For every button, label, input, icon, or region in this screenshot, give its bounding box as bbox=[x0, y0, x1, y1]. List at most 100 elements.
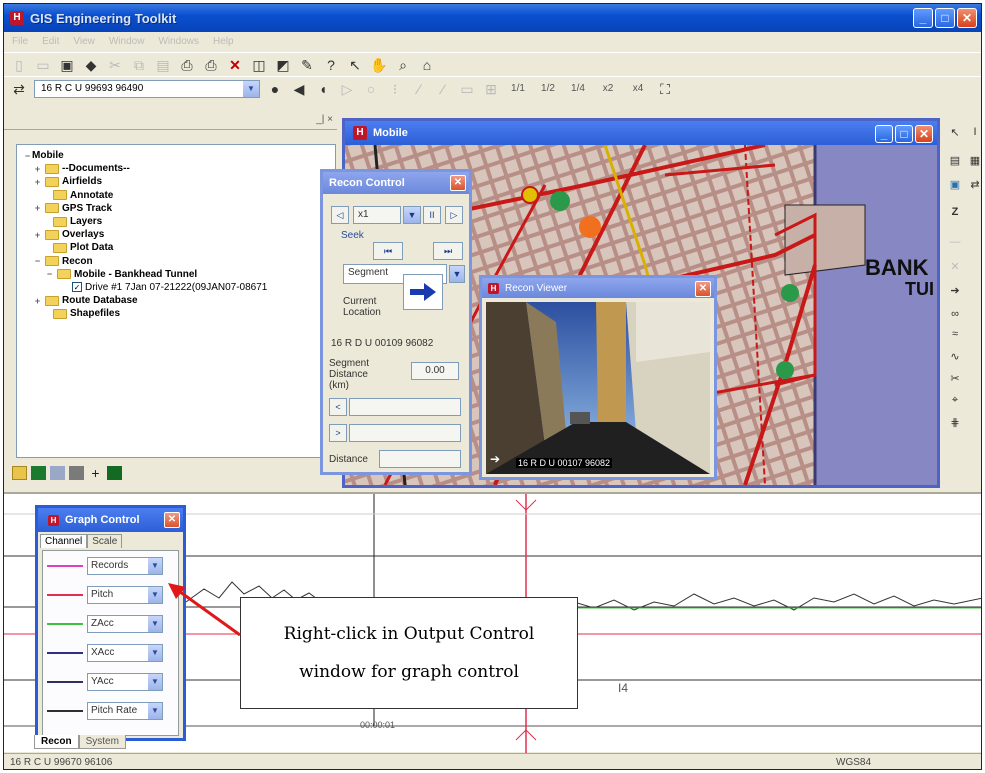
menu-view[interactable]: View bbox=[73, 36, 95, 47]
scissors-icon[interactable]: ✂ bbox=[946, 372, 964, 390]
goto-coordinate-icon[interactable]: ⇄ bbox=[10, 80, 28, 98]
channel-select[interactable]: Pitch Rate ▼ bbox=[87, 702, 163, 720]
point-tool-icon[interactable]: ● bbox=[266, 80, 284, 98]
zoom-1-4[interactable]: 1/4 bbox=[566, 83, 590, 94]
table-icon[interactable]: ▤ bbox=[946, 154, 964, 172]
chevron-down-icon[interactable]: ▼ bbox=[243, 80, 259, 97]
collapse-icon[interactable]: − bbox=[23, 151, 32, 161]
tree-item[interactable]: Annotate bbox=[23, 189, 329, 202]
delete-icon[interactable]: ✕ bbox=[226, 56, 244, 74]
copy-icon[interactable]: ⧉ bbox=[130, 56, 148, 74]
tree-item[interactable]: − Recon bbox=[23, 255, 329, 268]
z-icon[interactable]: Z bbox=[946, 206, 964, 224]
chevron-down-icon[interactable]: ▼ bbox=[148, 587, 162, 603]
pipe-icon[interactable]: ⁝ bbox=[386, 80, 404, 98]
channel-select[interactable]: Records ▼ bbox=[87, 557, 163, 575]
save-icon[interactable]: ▣ bbox=[58, 56, 76, 74]
segment-field-1[interactable] bbox=[349, 398, 461, 416]
table-tab-icon[interactable] bbox=[50, 466, 65, 480]
zoom-1-2[interactable]: 1/2 bbox=[536, 83, 560, 94]
zoom-icon[interactable]: ⌕ bbox=[394, 56, 412, 74]
next-segment-button[interactable]: > bbox=[329, 424, 347, 442]
speed-combo[interactable]: x1 bbox=[353, 206, 401, 224]
tree-item[interactable]: − Mobile bbox=[23, 149, 329, 162]
prev-segment-button[interactable]: < bbox=[329, 398, 347, 416]
tools-tab-icon[interactable] bbox=[69, 466, 84, 480]
layers-tab-icon[interactable] bbox=[31, 466, 46, 480]
video-close-button[interactable]: ✕ bbox=[695, 281, 711, 297]
distance-field[interactable] bbox=[379, 450, 461, 468]
chevron-down-icon[interactable]: ▼ bbox=[148, 674, 162, 690]
graph-control-close-button[interactable]: ✕ bbox=[164, 512, 180, 528]
vertical-text-icon[interactable]: I bbox=[966, 126, 981, 144]
seek-forward-button[interactable]: ⏭ bbox=[433, 242, 463, 260]
panel-close-icon[interactable]: _| × bbox=[316, 114, 333, 125]
back-icon[interactable]: ◀ bbox=[290, 80, 308, 98]
chevron-down-icon[interactable]: ▼ bbox=[148, 703, 162, 719]
segment-distance-field[interactable]: 0.00 bbox=[411, 362, 459, 380]
menu-windows[interactable]: Windows bbox=[158, 36, 199, 47]
tree-item[interactable]: + Route Database bbox=[23, 294, 329, 307]
tree-item[interactable]: ✓ Drive #1 7Jan 07-21222(09JAN07-08671 bbox=[23, 281, 329, 294]
zoom-x2[interactable]: x2 bbox=[596, 83, 620, 94]
wave-icon[interactable]: ≈ bbox=[946, 328, 964, 346]
add-tab-icon[interactable]: + bbox=[88, 466, 103, 480]
grid-tool-icon[interactable]: ⊞ bbox=[482, 80, 500, 98]
paste-icon[interactable]: ▤ bbox=[154, 56, 172, 74]
tree-item[interactable]: Shapefiles bbox=[23, 307, 329, 320]
expand-icon[interactable]: + bbox=[33, 296, 42, 306]
collapse-icon[interactable]: − bbox=[45, 269, 54, 279]
map-maximize-button[interactable]: □ bbox=[895, 125, 913, 143]
seek-back-button[interactable]: ⏮ bbox=[373, 242, 403, 260]
menu-help[interactable]: Help bbox=[213, 36, 234, 47]
forward-icon[interactable]: ▷ bbox=[338, 80, 356, 98]
tree-item[interactable]: + GPS Track bbox=[23, 202, 329, 215]
line-tool-icon[interactable]: ⁄ bbox=[434, 80, 452, 98]
target-icon[interactable]: ⌖ bbox=[946, 394, 964, 412]
recon-close-button[interactable]: ✕ bbox=[450, 175, 466, 191]
calc-icon[interactable]: ▣ bbox=[946, 178, 964, 196]
pen-icon[interactable]: ✎ bbox=[298, 56, 316, 74]
chevron-down-icon[interactable]: ▼ bbox=[148, 616, 162, 632]
channel-select[interactable]: YAcc ▼ bbox=[87, 673, 163, 691]
tab-scale[interactable]: Scale bbox=[87, 534, 123, 548]
line-icon[interactable]: — bbox=[946, 236, 964, 254]
cut-icon[interactable]: ✂ bbox=[106, 56, 124, 74]
collapse-icon[interactable]: − bbox=[33, 256, 42, 266]
open-icon[interactable]: ▭ bbox=[34, 56, 52, 74]
expand-icon[interactable]: + bbox=[33, 203, 42, 213]
speed-dropdown-icon[interactable]: ▼ bbox=[403, 206, 421, 224]
mode-dropdown-icon[interactable]: ▼ bbox=[449, 265, 465, 283]
layout-icon[interactable]: ◫ bbox=[250, 56, 268, 74]
grid-icon[interactable]: ⋕ bbox=[946, 416, 964, 434]
arrow-right-icon[interactable]: ➔ bbox=[946, 284, 964, 302]
tree-item[interactable]: − Mobile - Bankhead Tunnel bbox=[23, 268, 329, 281]
curve-icon[interactable]: ∿ bbox=[946, 350, 964, 368]
sheet-icon[interactable]: ▦ bbox=[966, 154, 981, 172]
menu-file[interactable]: File bbox=[12, 36, 28, 47]
visibility-checkbox[interactable]: ✓ bbox=[72, 282, 82, 293]
tab-recon[interactable]: Recon bbox=[34, 735, 79, 749]
rect-tool-icon[interactable]: ▭ bbox=[458, 80, 476, 98]
help-icon[interactable]: ? bbox=[322, 56, 340, 74]
half-circle-icon[interactable]: ◖ bbox=[314, 80, 332, 98]
new-file-icon[interactable]: ▯ bbox=[10, 56, 28, 74]
channel-select[interactable]: XAcc ▼ bbox=[87, 644, 163, 662]
cross-icon[interactable]: ✕ bbox=[946, 260, 964, 278]
print-icon[interactable]: ⎙ bbox=[178, 56, 196, 74]
tree-item[interactable]: Layers bbox=[23, 215, 329, 228]
pause-button[interactable]: II bbox=[423, 206, 441, 224]
folder-tab-icon[interactable] bbox=[12, 466, 27, 480]
arrow-pair-icon[interactable]: ⇄ bbox=[966, 178, 981, 196]
tab-channel[interactable]: Channel bbox=[40, 534, 88, 548]
pointer-icon[interactable]: ↖ bbox=[346, 56, 364, 74]
menu-window[interactable]: Window bbox=[109, 36, 145, 47]
tab-system[interactable]: System bbox=[78, 735, 126, 749]
tree-item[interactable]: Plot Data bbox=[23, 241, 329, 254]
channel-select[interactable]: ZAcc ▼ bbox=[87, 615, 163, 633]
expand-icon[interactable]: + bbox=[33, 164, 42, 174]
window-icon[interactable]: ◩ bbox=[274, 56, 292, 74]
chevron-down-icon[interactable]: ▼ bbox=[148, 645, 162, 661]
circle-icon[interactable]: ○ bbox=[362, 80, 380, 98]
minimize-button[interactable]: _ bbox=[913, 8, 933, 28]
